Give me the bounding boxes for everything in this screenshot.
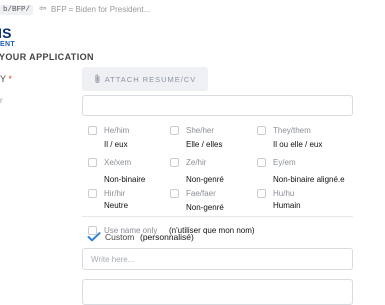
field-label-text: Y <box>0 74 6 84</box>
pronoun-translation: Non-binaire <box>104 175 146 184</box>
pronoun-label: Ey/em <box>273 158 296 167</box>
pronoun-label: They/them <box>273 126 311 135</box>
paperclip-icon <box>95 74 100 83</box>
pronoun-label: She/her <box>186 126 215 135</box>
pronoun-translation: Il ou elle / eux <box>273 140 323 149</box>
pronoun-checkbox[interactable] <box>170 189 179 198</box>
pronoun-checkbox[interactable] <box>257 158 266 167</box>
custom-option-label[interactable]: Custom <box>105 232 134 242</box>
pronoun-checkbox[interactable] <box>88 158 97 167</box>
pronoun-checkbox[interactable] <box>257 189 266 198</box>
pronoun-translation: Non-genré <box>186 175 224 184</box>
pronoun-translation: Humain <box>273 201 301 210</box>
pronoun-translation: Elle / elles <box>186 140 223 149</box>
pronoun-translation: Il / eux <box>104 140 128 149</box>
text-field-bottom[interactable] <box>82 279 353 305</box>
section-title: YOUR APPLICATION <box>0 52 94 62</box>
pronoun-checkbox[interactable] <box>170 126 179 135</box>
pronoun-checkbox[interactable] <box>88 126 97 135</box>
pronoun-checkbox[interactable] <box>257 126 266 135</box>
pronoun-label: Hu/hu <box>273 189 295 198</box>
pronoun-label: Ze/hir <box>186 158 207 167</box>
text-field[interactable] <box>82 95 353 116</box>
checkmark-icon[interactable] <box>87 232 101 242</box>
pronoun-label: He/him <box>104 126 130 135</box>
url-fragment[interactable]: b/BFP/ <box>0 5 34 15</box>
custom-pronoun-input[interactable] <box>82 248 353 270</box>
field-label-stub: r <box>0 96 3 105</box>
divider <box>82 216 353 217</box>
pronoun-checkbox[interactable] <box>170 158 179 167</box>
top-bar: b/BFP/ ⇦ BFP = Biden for President... <box>0 0 385 22</box>
logo-subtitle: ENT <box>0 41 15 48</box>
pronoun-translation: Non-genré <box>186 203 224 212</box>
field-label: Y * <box>0 74 12 84</box>
attach-resume-button[interactable]: ATTACH RESUME/CV <box>82 67 208 91</box>
pronoun-translation: Non-binaire aligné.e <box>273 175 345 184</box>
custom-translation: (personnalisé) <box>140 232 194 242</box>
pronoun-label: Hir/hir <box>104 189 126 198</box>
page-description: BFP = Biden for President... <box>51 5 151 14</box>
logo: IS <box>0 25 12 41</box>
pronoun-label: Xe/xem <box>104 158 132 167</box>
pronoun-label: Fae/faer <box>186 189 216 198</box>
attach-resume-label: ATTACH RESUME/CV <box>104 74 197 84</box>
pronoun-checkbox[interactable] <box>88 189 97 198</box>
pronoun-translation: Neutre <box>104 201 129 210</box>
required-mark: * <box>8 74 12 84</box>
back-arrow-icon[interactable]: ⇦ <box>39 3 47 14</box>
